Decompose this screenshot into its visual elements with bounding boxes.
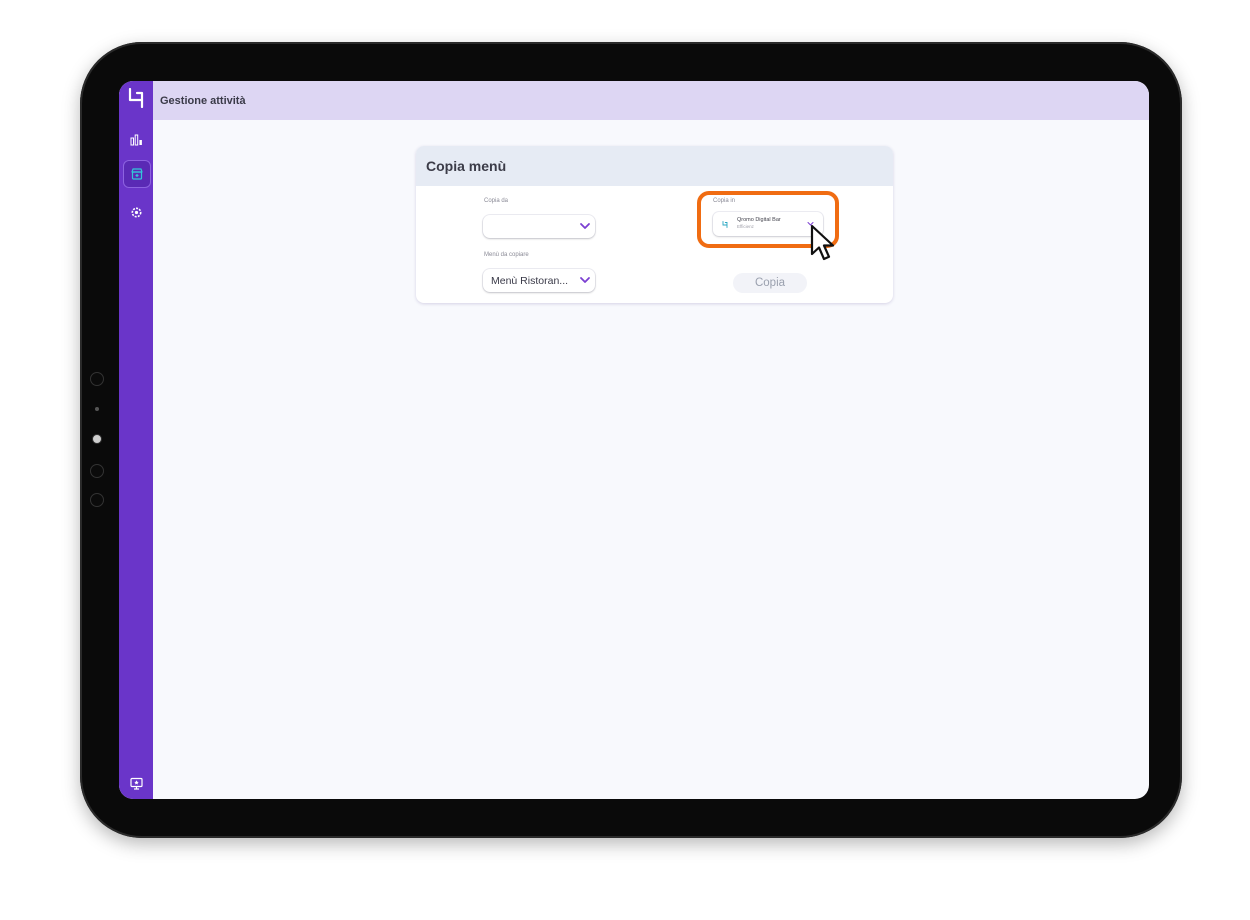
app-screen: Gestione attività Copia menù Copia da Me…: [119, 81, 1149, 799]
store-icon: [131, 168, 143, 180]
monitor-icon: [129, 777, 143, 790]
page-title: Gestione attività: [160, 94, 246, 107]
camera-icon: [92, 434, 102, 444]
menu-to-copy-value: Menù Ristoran...: [491, 274, 569, 287]
gear-icon: [131, 207, 141, 217]
sidebar-item-settings[interactable]: [123, 199, 149, 225]
sidebar-item-activities[interactable]: [123, 160, 151, 188]
card-header: Copia menù: [416, 146, 893, 186]
side-button: [90, 372, 104, 386]
bar-chart-icon: [130, 134, 142, 146]
side-button: [90, 464, 104, 478]
copy-button[interactable]: Copia: [733, 273, 807, 293]
side-button: [90, 493, 104, 507]
mouse-cursor-icon: [810, 224, 835, 261]
sidebar-item-statistics[interactable]: [123, 127, 149, 153]
chevron-down-icon: [580, 277, 590, 283]
copy-from-label: Copia da: [484, 198, 509, 204]
logo-icon: [128, 88, 144, 108]
sidebar-item-display[interactable]: [123, 770, 149, 796]
app-logo[interactable]: [119, 81, 153, 115]
copy-from-select[interactable]: [483, 215, 595, 238]
sidebar: [119, 81, 153, 799]
card-title: Copia menù: [426, 158, 507, 174]
topbar: Gestione attività: [153, 81, 1149, 120]
chevron-down-icon: [580, 223, 590, 229]
menu-to-copy-label: Menù da copiare: [484, 252, 529, 258]
side-dot: [95, 407, 99, 411]
menu-to-copy-select[interactable]: Menù Ristoran...: [483, 269, 595, 292]
